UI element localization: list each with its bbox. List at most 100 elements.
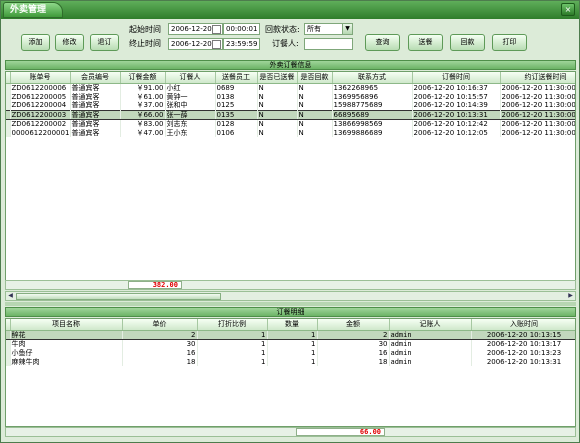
table-row[interactable]: ZD0612200005 普通宾客 ￥61.00 黄钟一 0138 N N 136995689… — [6, 92, 575, 101]
table-cell[interactable]: 麻辣牛肉 — [10, 357, 123, 366]
column-header[interactable]: 送餐员工 — [215, 72, 258, 84]
table-cell[interactable]: ￥37.00 — [120, 101, 166, 110]
table-row[interactable]: 醉花 2 1 1 2 admin 2006-12-20 10:13:15 — [6, 329, 575, 340]
table-cell[interactable]: 18 — [317, 357, 390, 366]
start-time-field[interactable]: 00:00:01 — [223, 23, 260, 35]
table-cell[interactable]: admin — [389, 357, 472, 366]
table-cell[interactable]: 2006-12-20 10:12:42 — [412, 119, 501, 128]
column-header[interactable]: 记账人 — [389, 319, 472, 331]
deliver-button[interactable]: 送餐 — [408, 34, 443, 51]
query-button[interactable]: 查询 — [365, 34, 400, 51]
table-cell[interactable]: ZD0612200005 — [10, 92, 71, 101]
column-header[interactable]: 约订送餐时间 — [500, 72, 575, 84]
table-row[interactable]: 麻辣牛肉 18 1 1 18 admin 2006-12-20 10:13:31 — [6, 357, 575, 366]
table-cell[interactable]: 30 — [317, 339, 390, 348]
table-cell[interactable]: N — [297, 109, 333, 120]
column-header[interactable]: 联系方式 — [332, 72, 413, 84]
column-header[interactable]: 订餐金额 — [120, 72, 166, 84]
table-cell[interactable]: N — [257, 92, 298, 101]
table-cell[interactable]: 2006-12-20 10:13:23 — [471, 348, 575, 357]
table-cell[interactable]: admin — [389, 329, 472, 340]
table-cell[interactable]: 1 — [267, 357, 318, 366]
table-cell[interactable]: 1 — [267, 329, 318, 340]
table-cell[interactable]: 张和中 — [165, 101, 216, 110]
table-cell[interactable]: ￥91.00 — [120, 83, 166, 92]
table-cell[interactable]: 普通宾客 — [70, 119, 121, 128]
table-cell[interactable]: 小鱼仔 — [10, 348, 123, 357]
column-header[interactable]: 金额 — [317, 319, 390, 331]
payment-status-select[interactable]: 所有 ▼ — [304, 23, 353, 35]
column-header[interactable]: 入账时间 — [471, 319, 575, 331]
column-header[interactable]: 数量 — [267, 319, 318, 331]
cancel-order-button[interactable]: 退订 — [90, 34, 119, 51]
table-cell[interactable]: N — [257, 128, 298, 137]
table-cell[interactable]: 2 — [317, 329, 390, 340]
table-cell[interactable]: N — [257, 83, 298, 92]
table-cell[interactable]: 16 — [122, 348, 198, 357]
table-cell[interactable]: 0125 — [215, 101, 258, 110]
table-cell[interactable]: 2006-12-20 11:30:00 — [500, 109, 575, 120]
table-cell[interactable]: 1 — [197, 348, 268, 357]
table-cell[interactable]: 2006-12-20 11:30:00 — [500, 128, 575, 137]
splitter[interactable] — [5, 302, 576, 306]
table-cell[interactable]: 2006-12-20 10:13:31 — [471, 357, 575, 366]
table-row[interactable]: 0000612200001 普通宾客 ￥47.00 王小东 0106 N N 13699886… — [6, 128, 575, 137]
table-cell[interactable]: N — [257, 109, 298, 120]
table-cell[interactable]: ￥61.00 — [120, 92, 166, 101]
table-cell[interactable]: 0106 — [215, 128, 258, 137]
table-cell[interactable]: 18 — [122, 357, 198, 366]
print-button[interactable]: 打印 — [492, 34, 527, 51]
table-row[interactable]: ZD0612200003 普通宾客 ￥66.00 张一薛 0135 N N 66895689 2… — [6, 109, 575, 120]
table-cell[interactable]: 66895689 — [332, 109, 413, 120]
table-cell[interactable]: N — [257, 101, 298, 110]
table-cell[interactable]: 0689 — [215, 83, 258, 92]
table-cell[interactable]: 2006-12-20 10:12:05 — [412, 128, 501, 137]
table-row[interactable]: 牛肉 30 1 1 30 admin 2006-12-20 10:13:17 — [6, 339, 575, 348]
table-cell[interactable]: 2006-12-20 10:13:15 — [471, 329, 575, 340]
close-icon[interactable]: × — [561, 3, 575, 16]
table-cell[interactable]: 2006-12-20 11:30:00 — [500, 101, 575, 110]
table-cell[interactable]: ￥66.00 — [120, 109, 166, 120]
table-cell[interactable]: 2006-12-20 10:14:39 — [412, 101, 501, 110]
table-cell[interactable]: 2006-12-20 10:16:37 — [412, 83, 501, 92]
table-cell[interactable]: 普通宾客 — [70, 101, 121, 110]
table-cell[interactable]: 1 — [267, 348, 318, 357]
table-cell[interactable]: 2006-12-20 10:15:57 — [412, 92, 501, 101]
table-row[interactable]: 小鱼仔 16 1 1 16 admin 2006-12-20 10:13:23 — [6, 348, 575, 357]
orderer-field[interactable] — [304, 38, 353, 50]
table-cell[interactable]: 张一薛 — [165, 109, 216, 120]
table-row[interactable]: ZD0612200004 普通宾客 ￥37.00 张和中 0125 N N 159887756… — [6, 101, 575, 110]
table-cell[interactable]: 普通宾客 — [70, 128, 121, 137]
table-cell[interactable]: 普通宾客 — [70, 83, 121, 92]
table-cell[interactable]: 黄钟一 — [165, 92, 216, 101]
table-cell[interactable]: 30 — [122, 339, 198, 348]
table-cell[interactable]: ZD0612200006 — [10, 83, 71, 92]
column-header[interactable]: 是否已送餐 — [257, 72, 298, 84]
orders-horizontal-scrollbar[interactable]: ◀ ▶ — [5, 291, 576, 301]
scroll-right-icon[interactable]: ▶ — [566, 292, 575, 300]
table-cell[interactable]: 1362268965 — [332, 83, 413, 92]
table-cell[interactable]: 1369956896 — [332, 92, 413, 101]
table-cell[interactable]: N — [297, 101, 333, 110]
table-cell[interactable]: 1 — [197, 357, 268, 366]
add-button[interactable]: 添加 — [21, 34, 50, 51]
table-cell[interactable]: 王小东 — [165, 128, 216, 137]
column-header[interactable]: 订餐人 — [165, 72, 216, 84]
table-row[interactable]: ZD0612200006 普通宾客 ￥91.00 小红 0689 N N 1362268965… — [6, 83, 575, 92]
collect-payment-button[interactable]: 回款 — [450, 34, 485, 51]
table-cell[interactable]: 13699886689 — [332, 128, 413, 137]
table-cell[interactable]: ￥83.00 — [120, 119, 166, 128]
calendar-icon[interactable] — [212, 40, 221, 49]
table-cell[interactable]: N — [297, 119, 333, 128]
table-cell[interactable]: 牛肉 — [10, 339, 123, 348]
column-header[interactable]: 单价 — [122, 319, 198, 331]
table-cell[interactable]: 2006-12-20 10:13:31 — [412, 109, 501, 120]
table-cell[interactable]: 0000612200001 — [10, 128, 71, 137]
column-header[interactable]: 账单号 — [10, 72, 71, 84]
table-cell[interactable]: admin — [389, 348, 472, 357]
table-cell[interactable]: 1 — [197, 329, 268, 340]
table-cell[interactable]: 醉花 — [10, 329, 123, 340]
calendar-icon[interactable] — [212, 25, 221, 34]
chevron-down-icon[interactable]: ▼ — [342, 24, 352, 34]
table-cell[interactable]: 刘志东 — [165, 119, 216, 128]
